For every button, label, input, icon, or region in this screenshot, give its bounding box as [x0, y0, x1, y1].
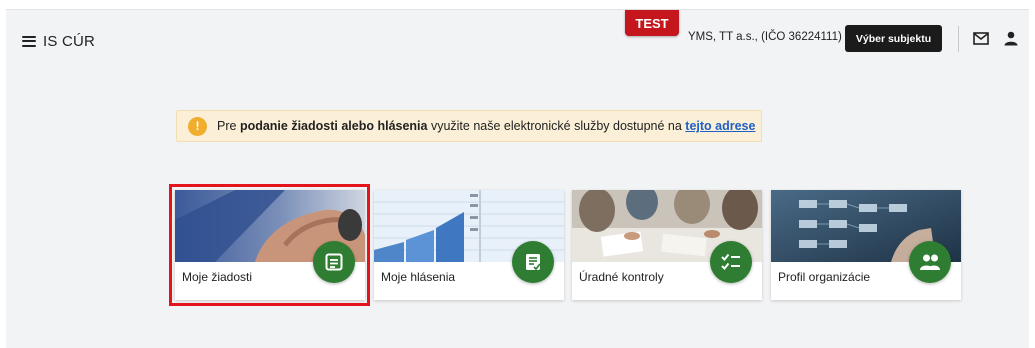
- hamburger-icon: [22, 35, 36, 47]
- tile-my-reports[interactable]: Moje hlásenia: [374, 190, 564, 300]
- checklist-icon: [710, 241, 752, 283]
- info-icon: !: [188, 116, 207, 136]
- tile-label: Profil organizácie: [778, 270, 871, 284]
- mail-icon[interactable]: [973, 32, 989, 45]
- header-divider: [958, 26, 959, 52]
- report-list-icon: [512, 241, 554, 283]
- environment-badge: TEST: [625, 10, 679, 36]
- tile-label: Moje hlásenia: [381, 270, 456, 284]
- services-address-link[interactable]: tejto adrese: [685, 119, 755, 133]
- select-subject-button[interactable]: Výber subjektu: [845, 25, 942, 52]
- user-account-icon[interactable]: [1004, 31, 1018, 46]
- tile-official-inspections[interactable]: Úradné kontroly: [572, 190, 762, 300]
- tile-organization-profile[interactable]: Profil organizácie: [771, 190, 961, 300]
- services-notice: ! Pre podanie žiadosti alebo hlásenia vy…: [176, 110, 762, 142]
- current-subject: YMS, TT a.s., (IČO 36224111): [688, 31, 842, 43]
- people-icon: [909, 241, 951, 283]
- main-menu-button[interactable]: IS CÚR: [22, 31, 112, 51]
- request-document-icon: [313, 241, 355, 283]
- tile-my-requests[interactable]: Moje žiadosti: [175, 190, 365, 300]
- app-title: IS CÚR: [43, 32, 96, 50]
- tile-label: Úradné kontroly: [579, 270, 664, 284]
- tile-label: Moje žiadosti: [182, 270, 253, 284]
- notice-text: Pre podanie žiadosti alebo hlásenia využ…: [217, 119, 756, 133]
